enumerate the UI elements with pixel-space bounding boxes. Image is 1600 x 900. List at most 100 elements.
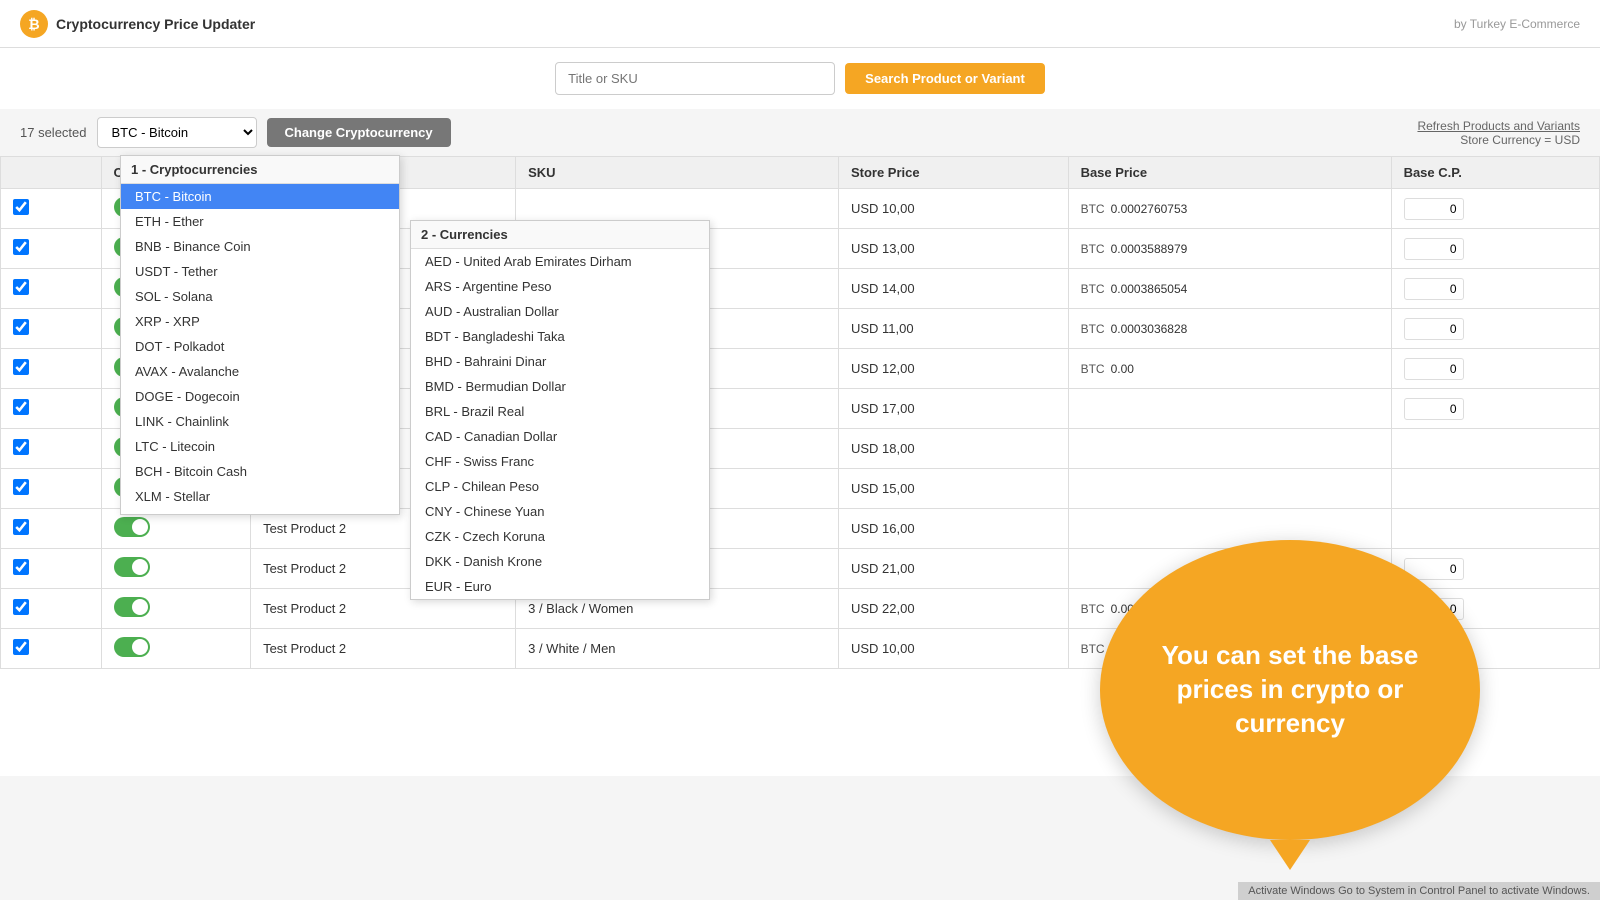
row-checkbox-cell[interactable] [1, 389, 102, 429]
row-store-price: USD 17,00 [838, 389, 1068, 429]
row-checkbox[interactable] [13, 599, 29, 615]
row-base-cp[interactable] [1391, 509, 1599, 549]
currency-dropdown-item[interactable]: CNY - Chinese Yuan [411, 499, 709, 524]
row-checkbox-cell[interactable] [1, 589, 102, 629]
header-base-price: Base Price [1068, 157, 1391, 189]
crypto-dropdown-item[interactable]: AVAX - Avalanche [121, 359, 399, 384]
crypto-dropdown-item[interactable]: LTC - Litecoin [121, 434, 399, 459]
row-checkbox[interactable] [13, 279, 29, 295]
refresh-link[interactable]: Refresh Products and Variants [1417, 119, 1580, 133]
base-cp-input[interactable] [1404, 278, 1464, 300]
crypto-dropdown-item[interactable]: BCH - Bitcoin Cash [121, 459, 399, 484]
toolbar: 17 selected BTC - Bitcoin Change Cryptoc… [0, 109, 1600, 156]
row-checkbox-cell[interactable] [1, 349, 102, 389]
crypto-dropdown-item[interactable]: LINK - Chainlink [121, 409, 399, 434]
row-checkbox[interactable] [13, 399, 29, 415]
row-checkbox[interactable] [13, 239, 29, 255]
row-checkbox-cell[interactable] [1, 189, 102, 229]
currency-dropdown-item[interactable]: BMD - Bermudian Dollar [411, 374, 709, 399]
row-checkbox-cell[interactable] [1, 549, 102, 589]
header-store-price: Store Price [838, 157, 1068, 189]
row-toggle-cell[interactable] [101, 589, 251, 629]
header-checkbox [1, 157, 102, 189]
row-checkbox[interactable] [13, 199, 29, 215]
currency-dropdown-item[interactable]: EUR - Euro [411, 574, 709, 599]
crypto-dropdown[interactable]: 1 - Cryptocurrencies BTC - BitcoinETH - … [120, 155, 400, 515]
row-toggle-cell[interactable] [101, 629, 251, 669]
row-checkbox-cell[interactable] [1, 309, 102, 349]
row-base-price: BTC0.00 [1068, 349, 1391, 389]
currency-dropdown-item[interactable]: ARS - Argentine Peso [411, 274, 709, 299]
row-base-cp[interactable] [1391, 469, 1599, 509]
crypto-dropdown-item[interactable]: DOT - Polkadot [121, 334, 399, 359]
crypto-dropdown-item[interactable]: ETC - Ethereum Classic [121, 509, 399, 515]
search-button[interactable]: Search Product or Variant [845, 63, 1045, 94]
currency-dropdown-item[interactable]: BHD - Bahraini Dinar [411, 349, 709, 374]
base-cp-input[interactable] [1404, 198, 1464, 220]
crypto-dropdown-item[interactable]: BNB - Binance Coin [121, 234, 399, 259]
row-base-cp[interactable] [1391, 189, 1599, 229]
row-checkbox-cell[interactable] [1, 509, 102, 549]
row-checkbox-cell[interactable] [1, 229, 102, 269]
selected-count: 17 selected [20, 125, 87, 140]
base-cp-input[interactable] [1404, 238, 1464, 260]
row-checkbox-cell[interactable] [1, 629, 102, 669]
row-checkbox[interactable] [13, 439, 29, 455]
row-checkbox[interactable] [13, 559, 29, 575]
row-checkbox[interactable] [13, 359, 29, 375]
base-value: 0.0002760753 [1111, 202, 1188, 216]
crypto-dropdown-item[interactable]: XRP - XRP [121, 309, 399, 334]
crypto-dropdown-item[interactable]: USDT - Tether [121, 259, 399, 284]
row-base-cp[interactable] [1391, 429, 1599, 469]
currency-dropdown-item[interactable]: BRL - Brazil Real [411, 399, 709, 424]
crypto-dropdown-item[interactable]: SOL - Solana [121, 284, 399, 309]
row-checkbox-cell[interactable] [1, 469, 102, 509]
row-store-price: USD 11,00 [838, 309, 1068, 349]
row-toggle-cell[interactable] [101, 549, 251, 589]
row-checkbox[interactable] [13, 479, 29, 495]
row-toggle[interactable] [114, 517, 150, 537]
currency-dropdown-item[interactable]: CZK - Czech Koruna [411, 524, 709, 549]
base-cp-input[interactable] [1404, 358, 1464, 380]
currency-dropdown-item[interactable]: CLP - Chilean Peso [411, 474, 709, 499]
currency-dropdown-item[interactable]: CHF - Swiss Franc [411, 449, 709, 474]
crypto-dropdown-item[interactable]: XLM - Stellar [121, 484, 399, 509]
row-base-cp[interactable] [1391, 349, 1599, 389]
row-checkbox[interactable] [13, 639, 29, 655]
currency-dropdown-item[interactable]: CAD - Canadian Dollar [411, 424, 709, 449]
app-title-wrap: ₿ Cryptocurrency Price Updater [20, 10, 255, 38]
currency-dropdown[interactable]: 2 - Currencies AED - United Arab Emirate… [410, 220, 710, 600]
row-base-price: BTC0.0003036828 [1068, 309, 1391, 349]
currency-dropdown-item[interactable]: DKK - Danish Krone [411, 549, 709, 574]
row-checkbox-cell[interactable] [1, 429, 102, 469]
crypto-select[interactable]: BTC - Bitcoin [97, 117, 257, 148]
row-store-price: USD 13,00 [838, 229, 1068, 269]
row-base-price: BTC0.0003865054 [1068, 269, 1391, 309]
row-base-cp[interactable] [1391, 389, 1599, 429]
currency-dropdown-item[interactable]: GBP - British Pound Sterling [411, 599, 709, 600]
top-bar: ₿ Cryptocurrency Price Updater by Turkey… [0, 0, 1600, 48]
currency-dropdown-item[interactable]: AUD - Australian Dollar [411, 299, 709, 324]
crypto-dropdown-item[interactable]: ETH - Ether [121, 209, 399, 234]
currency-section-header: 2 - Currencies [411, 221, 709, 249]
currency-dropdown-item[interactable]: BDT - Bangladeshi Taka [411, 324, 709, 349]
row-base-cp[interactable] [1391, 309, 1599, 349]
base-cp-input[interactable] [1404, 318, 1464, 340]
search-input[interactable] [555, 62, 835, 95]
row-base-cp[interactable] [1391, 269, 1599, 309]
row-checkbox[interactable] [13, 319, 29, 335]
row-checkbox-cell[interactable] [1, 269, 102, 309]
change-cryptocurrency-button[interactable]: Change Cryptocurrency [267, 118, 451, 147]
crypto-dropdown-item[interactable]: DOGE - Dogecoin [121, 384, 399, 409]
row-base-price [1068, 389, 1391, 429]
row-toggle[interactable] [114, 597, 150, 617]
row-toggle[interactable] [114, 637, 150, 657]
crypto-dropdown-item[interactable]: BTC - Bitcoin [121, 184, 399, 209]
row-base-price [1068, 469, 1391, 509]
row-toggle[interactable] [114, 557, 150, 577]
header-base-cp: Base C.P. [1391, 157, 1599, 189]
currency-dropdown-item[interactable]: AED - United Arab Emirates Dirham [411, 249, 709, 274]
row-base-cp[interactable] [1391, 229, 1599, 269]
row-checkbox[interactable] [13, 519, 29, 535]
base-cp-input[interactable] [1404, 398, 1464, 420]
